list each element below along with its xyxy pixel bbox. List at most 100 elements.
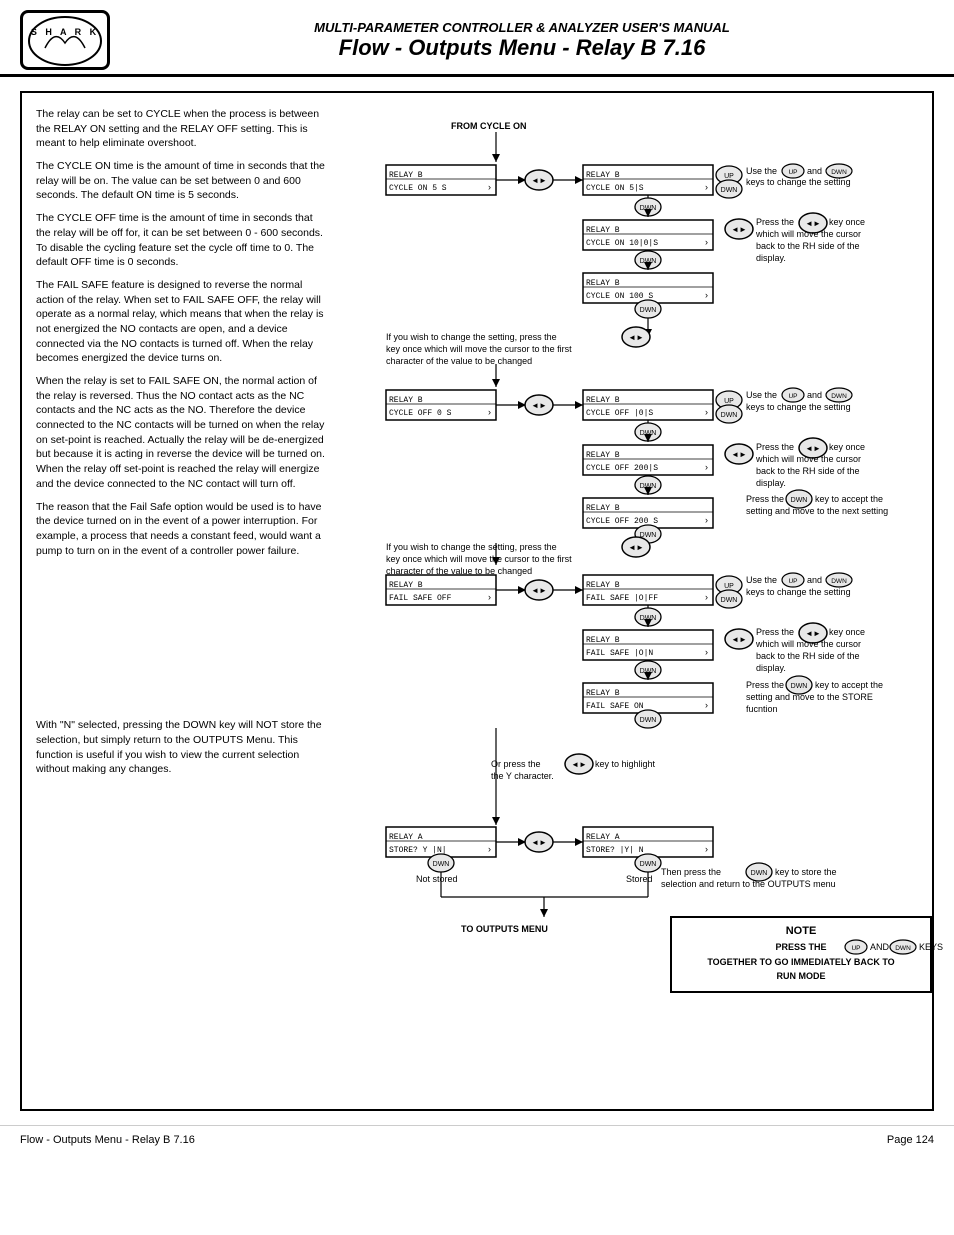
para2: The CYCLE ON time is the amount of time …: [36, 159, 326, 203]
para1: The relay can be set to CYCLE when the p…: [36, 107, 326, 151]
svg-text:display.: display.: [756, 663, 786, 673]
svg-text:CYCLE ON 10|0|S: CYCLE ON 10|0|S: [586, 239, 658, 248]
svg-text:key to accept the: key to accept the: [815, 680, 883, 690]
svg-text:FAIL SAFE |O|N: FAIL SAFE |O|N: [586, 649, 653, 658]
svg-text:UP: UP: [724, 173, 734, 180]
svg-text:KEYS: KEYS: [919, 942, 943, 952]
svg-text:key to accept the: key to accept the: [815, 494, 883, 504]
svg-text:CYCLE ON 100 S: CYCLE ON 100 S: [586, 292, 653, 301]
svg-text:DWN: DWN: [721, 597, 738, 604]
svg-text:CYCLE OFF 0 S: CYCLE OFF 0 S: [389, 409, 452, 418]
svg-text:setting and move to the next s: setting and move to the next setting: [746, 506, 888, 516]
svg-text:keys to change the setting: keys to change the setting: [746, 177, 851, 187]
svg-text:fucntion: fucntion: [746, 704, 778, 714]
svg-text:◄►: ◄►: [628, 543, 644, 552]
svg-text:DWN: DWN: [640, 861, 657, 868]
svg-text:the Y character.: the Y character.: [491, 771, 554, 781]
svg-text:key once which will move the c: key once which will move the cursor to t…: [386, 344, 572, 354]
svg-text:RUN MODE: RUN MODE: [777, 971, 826, 981]
svg-text:key once: key once: [829, 442, 865, 452]
svg-text:Press the: Press the: [756, 627, 794, 637]
header-title: Flow - Outputs Menu - Relay B 7.16: [110, 35, 934, 61]
svg-text:Then press the: Then press the: [661, 867, 721, 877]
para6: The reason that the Fail Safe option wou…: [36, 500, 326, 559]
svg-text:Press the: Press the: [756, 442, 794, 452]
svg-text:◄►: ◄►: [805, 444, 821, 453]
svg-text:›: ›: [488, 592, 491, 602]
svg-text:keys to change the setting: keys to change the setting: [746, 587, 851, 597]
svg-text:CYCLE ON 5 S: CYCLE ON 5 S: [389, 184, 447, 193]
svg-text:◄►: ◄►: [731, 450, 747, 459]
svg-text:TOGETHER TO GO IMMEDIATELY BAC: TOGETHER TO GO IMMEDIATELY BACK TO: [707, 957, 894, 967]
svg-text:›: ›: [705, 844, 708, 854]
svg-text:NOTE: NOTE: [786, 925, 817, 937]
svg-text:S H A R K: S H A R K: [31, 27, 99, 37]
svg-text:›: ›: [705, 700, 708, 710]
svg-text:which will move the cursor: which will move the cursor: [755, 454, 861, 464]
header: S H A R K MULTI-PARAMETER CONTROLLER & A…: [0, 0, 954, 77]
svg-text:character of the value to be c: character of the value to be changed: [386, 356, 532, 366]
svg-text:›: ›: [488, 407, 491, 417]
svg-text:TO OUTPUTS MENU: TO OUTPUTS MENU: [461, 924, 548, 934]
svg-text:›: ›: [705, 290, 708, 300]
from-cycle-on-label: FROM CYCLE ON: [451, 121, 527, 131]
svg-text:CYCLE ON 5|S: CYCLE ON 5|S: [586, 184, 644, 193]
svg-text:AND: AND: [870, 942, 890, 952]
svg-text:selection and return to the OU: selection and return to the OUTPUTS menu: [661, 879, 836, 889]
svg-text:DWN: DWN: [433, 861, 450, 868]
diagram-svg: FROM CYCLE ON RELAY B CYCLE ON 5 S › ◄► …: [331, 107, 954, 1087]
svg-text:FAIL SAFE ON: FAIL SAFE ON: [586, 702, 644, 711]
svg-text:DWN: DWN: [640, 307, 657, 314]
svg-text:DWN: DWN: [640, 717, 657, 724]
svg-text:DWN: DWN: [751, 870, 768, 877]
svg-text:›: ›: [705, 237, 708, 247]
svg-text:◄►: ◄►: [531, 176, 547, 185]
svg-text:Use the: Use the: [746, 390, 777, 400]
svg-text:Use the: Use the: [746, 166, 777, 176]
svg-text:›: ›: [705, 592, 708, 602]
svg-text:STORE? |Y| N: STORE? |Y| N: [586, 846, 644, 855]
footer: Flow - Outputs Menu - Relay B 7.16 Page …: [0, 1125, 954, 1154]
svg-text:◄►: ◄►: [531, 838, 547, 847]
svg-text:key to highlight: key to highlight: [595, 759, 656, 769]
svg-text:◄►: ◄►: [628, 333, 644, 342]
svg-text:key once which will move the c: key once which will move the cursor to t…: [386, 554, 572, 564]
svg-text:CYCLE OFF 200|S: CYCLE OFF 200|S: [586, 464, 658, 473]
svg-text:If you wish to change the sett: If you wish to change the setting, press…: [386, 332, 557, 342]
svg-text:UP: UP: [788, 578, 797, 585]
svg-text:DWN: DWN: [831, 393, 847, 400]
svg-text:Not stored: Not stored: [416, 874, 458, 884]
svg-text:›: ›: [705, 647, 708, 657]
svg-text:DWN: DWN: [721, 187, 738, 194]
svg-text:CYCLE OFF |0|S: CYCLE OFF |0|S: [586, 409, 653, 418]
svg-text:◄►: ◄►: [731, 635, 747, 644]
svg-text:›: ›: [705, 407, 708, 417]
footer-right: Page 124: [887, 1134, 934, 1146]
svg-text:›: ›: [488, 182, 491, 192]
svg-text:Use the: Use the: [746, 575, 777, 585]
svg-text:DWN: DWN: [791, 683, 808, 690]
svg-text:back to the RH side of the: back to the RH side of the: [756, 651, 860, 661]
svg-text:and: and: [807, 166, 822, 176]
svg-text:DWN: DWN: [831, 169, 847, 176]
svg-text:◄►: ◄►: [531, 401, 547, 410]
svg-text:◄►: ◄►: [571, 760, 587, 769]
svg-text:UP: UP: [724, 583, 734, 590]
svg-text:back to the RH side of the: back to the RH side of the: [756, 466, 860, 476]
svg-text:PRESS THE: PRESS THE: [775, 942, 826, 952]
diagram-area: FROM CYCLE ON RELAY B CYCLE ON 5 S › ◄► …: [331, 107, 918, 1090]
svg-text:FAIL SAFE |O|FF: FAIL SAFE |O|FF: [586, 594, 658, 603]
svg-text:Press the: Press the: [746, 680, 784, 690]
svg-text:setting and move to the STORE: setting and move to the STORE: [746, 692, 873, 702]
svg-text:◄►: ◄►: [731, 225, 747, 234]
svg-text:key once: key once: [829, 217, 865, 227]
svg-text:◄►: ◄►: [805, 219, 821, 228]
svg-text:Or press the: Or press the: [491, 759, 541, 769]
header-text: MULTI-PARAMETER CONTROLLER & ANALYZER US…: [110, 20, 934, 61]
svg-text:DWN: DWN: [831, 578, 847, 585]
para3: The CYCLE OFF time is the amount of time…: [36, 211, 326, 270]
svg-text:›: ›: [705, 182, 708, 192]
svg-text:›: ›: [705, 515, 708, 525]
svg-text:›: ›: [705, 462, 708, 472]
svg-text:UP: UP: [724, 398, 734, 405]
